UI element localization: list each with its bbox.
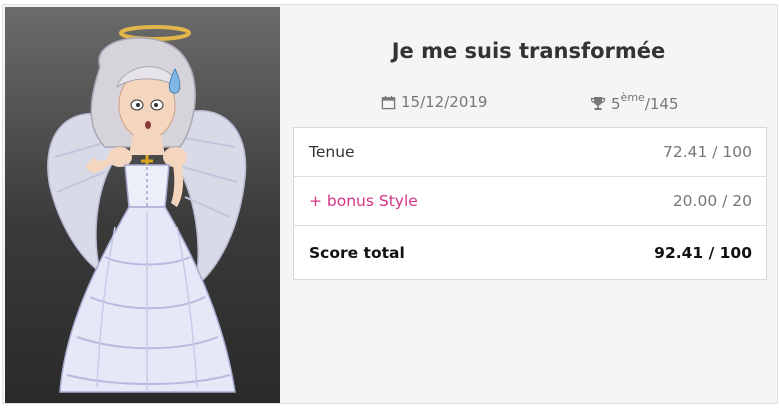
trophy-icon [590, 96, 606, 110]
score-row-bonus-style: + bonus Style 20.00 / 20 [294, 176, 766, 225]
score-value: 72.41 / 100 [662, 143, 752, 161]
score-label: + bonus Style [309, 192, 418, 210]
look-card: Je me suis transformée 15/12/2019 5ème/1… [2, 4, 778, 404]
rank-value: 5ème/145 [611, 91, 679, 113]
calendar-icon [381, 95, 396, 109]
avatar-panel [5, 7, 280, 403]
look-date: 15/12/2019 [381, 93, 487, 111]
score-table: Tenue 72.41 / 100 + bonus Style 20.00 / … [293, 127, 767, 280]
look-rank: 5ème/145 [590, 91, 679, 113]
score-value: 92.41 / 100 [654, 243, 752, 262]
score-label: Score total [309, 243, 405, 262]
look-details: Je me suis transformée 15/12/2019 5ème/1… [280, 5, 777, 403]
score-value: 20.00 / 20 [672, 192, 752, 210]
avatar-illustration [47, 25, 247, 393]
date-value: 15/12/2019 [401, 93, 488, 111]
score-row-tenue: Tenue 72.41 / 100 [294, 128, 766, 176]
score-label: Tenue [309, 143, 355, 161]
score-row-total: Score total 92.41 / 100 [294, 225, 766, 279]
look-title: Je me suis transformée [391, 39, 666, 63]
